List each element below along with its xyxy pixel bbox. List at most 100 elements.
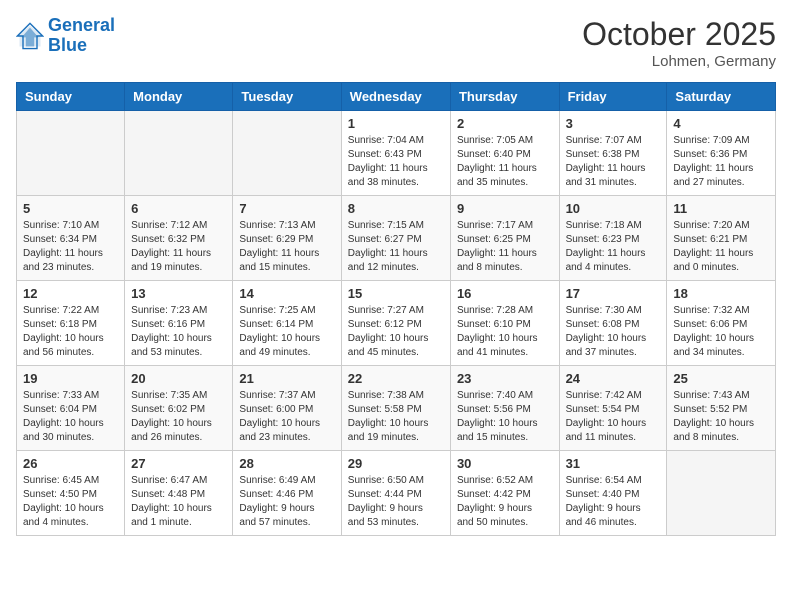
day-info: Sunrise: 7:18 AM Sunset: 6:23 PM Dayligh… bbox=[566, 219, 661, 275]
calendar-cell: 25 Sunrise: 7:43 AM Sunset: 5:52 PM Dayli… bbox=[667, 366, 776, 451]
calendar-table: SundayMondayTuesdayWednesdayThursdayFrid… bbox=[16, 82, 776, 536]
day-info: Sunrise: 6:47 AM Sunset: 4:48 PM Dayligh… bbox=[131, 474, 226, 530]
day-number: 2 bbox=[457, 116, 553, 131]
day-number: 18 bbox=[673, 286, 769, 301]
calendar-cell: 31 Sunrise: 6:54 AM Sunset: 4:40 PM Dayli… bbox=[559, 451, 667, 536]
day-info: Sunrise: 7:20 AM Sunset: 6:21 PM Dayligh… bbox=[673, 219, 769, 275]
day-info: Sunrise: 6:54 AM Sunset: 4:40 PM Dayligh… bbox=[566, 474, 661, 530]
day-number: 4 bbox=[673, 116, 769, 131]
day-info: Sunrise: 7:04 AM Sunset: 6:43 PM Dayligh… bbox=[348, 134, 444, 190]
calendar-cell: 30 Sunrise: 6:52 AM Sunset: 4:42 PM Dayli… bbox=[450, 451, 559, 536]
day-number: 27 bbox=[131, 456, 226, 471]
day-number: 26 bbox=[23, 456, 118, 471]
calendar-cell: 19 Sunrise: 7:33 AM Sunset: 6:04 PM Dayli… bbox=[17, 366, 125, 451]
day-info: Sunrise: 6:52 AM Sunset: 4:42 PM Dayligh… bbox=[457, 474, 553, 530]
day-number: 10 bbox=[566, 201, 661, 216]
day-info: Sunrise: 7:32 AM Sunset: 6:06 PM Dayligh… bbox=[673, 304, 769, 360]
day-number: 6 bbox=[131, 201, 226, 216]
day-info: Sunrise: 7:12 AM Sunset: 6:32 PM Dayligh… bbox=[131, 219, 226, 275]
day-number: 20 bbox=[131, 371, 226, 386]
day-number: 30 bbox=[457, 456, 553, 471]
day-number: 22 bbox=[348, 371, 444, 386]
month-title: October 2025 bbox=[582, 16, 776, 53]
day-info: Sunrise: 7:40 AM Sunset: 5:56 PM Dayligh… bbox=[457, 389, 553, 445]
weekday-header-friday: Friday bbox=[559, 83, 667, 111]
weekday-header-saturday: Saturday bbox=[667, 83, 776, 111]
day-number: 28 bbox=[239, 456, 334, 471]
calendar-cell: 21Sunrise: 7:37 AM Sunset: 6:00 PM Dayli… bbox=[233, 366, 341, 451]
calendar-cell: 2 Sunrise: 7:05 AM Sunset: 6:40 PM Daylig… bbox=[450, 111, 559, 196]
week-row-1: 1 Sunrise: 7:04 AM Sunset: 6:43 PM Daylig… bbox=[17, 111, 776, 196]
calendar-cell: 13Sunrise: 7:23 AM Sunset: 6:16 PM Dayli… bbox=[125, 281, 233, 366]
day-info: Sunrise: 7:28 AM Sunset: 6:10 PM Dayligh… bbox=[457, 304, 553, 360]
calendar-cell: 18 Sunrise: 7:32 AM Sunset: 6:06 PM Dayli… bbox=[667, 281, 776, 366]
calendar-cell bbox=[667, 451, 776, 536]
day-number: 12 bbox=[23, 286, 118, 301]
calendar-cell: 28 Sunrise: 6:49 AM Sunset: 4:46 PM Dayli… bbox=[233, 451, 341, 536]
weekday-header-monday: Monday bbox=[125, 83, 233, 111]
day-number: 31 bbox=[566, 456, 661, 471]
calendar-cell: 5Sunrise: 7:10 AM Sunset: 6:34 PM Daylig… bbox=[17, 196, 125, 281]
day-info: Sunrise: 7:05 AM Sunset: 6:40 PM Dayligh… bbox=[457, 134, 553, 190]
day-number: 21 bbox=[239, 371, 334, 386]
day-number: 3 bbox=[566, 116, 661, 131]
day-number: 1 bbox=[348, 116, 444, 131]
weekday-header-wednesday: Wednesday bbox=[341, 83, 450, 111]
page-header: General Blue October 2025 Lohmen, German… bbox=[16, 16, 776, 70]
calendar-cell: 11Sunrise: 7:20 AM Sunset: 6:21 PM Dayli… bbox=[667, 196, 776, 281]
weekday-header-tuesday: Tuesday bbox=[233, 83, 341, 111]
day-info: Sunrise: 7:23 AM Sunset: 6:16 PM Dayligh… bbox=[131, 304, 226, 360]
day-number: 8 bbox=[348, 201, 444, 216]
title-block: October 2025 Lohmen, Germany bbox=[582, 16, 776, 70]
day-number: 15 bbox=[348, 286, 444, 301]
calendar-cell: 15 Sunrise: 7:27 AM Sunset: 6:12 PM Dayli… bbox=[341, 281, 450, 366]
day-number: 14 bbox=[239, 286, 334, 301]
day-info: Sunrise: 7:35 AM Sunset: 6:02 PM Dayligh… bbox=[131, 389, 226, 445]
day-info: Sunrise: 7:09 AM Sunset: 6:36 PM Dayligh… bbox=[673, 134, 769, 190]
day-number: 29 bbox=[348, 456, 444, 471]
calendar-cell: 8 Sunrise: 7:15 AM Sunset: 6:27 PM Daylig… bbox=[341, 196, 450, 281]
day-info: Sunrise: 7:30 AM Sunset: 6:08 PM Dayligh… bbox=[566, 304, 661, 360]
day-number: 7 bbox=[239, 201, 334, 216]
calendar-cell: 17Sunrise: 7:30 AM Sunset: 6:08 PM Dayli… bbox=[559, 281, 667, 366]
day-info: Sunrise: 7:38 AM Sunset: 5:58 PM Dayligh… bbox=[348, 389, 444, 445]
day-info: Sunrise: 7:17 AM Sunset: 6:25 PM Dayligh… bbox=[457, 219, 553, 275]
calendar-cell: 23Sunrise: 7:40 AM Sunset: 5:56 PM Dayli… bbox=[450, 366, 559, 451]
day-info: Sunrise: 7:25 AM Sunset: 6:14 PM Dayligh… bbox=[239, 304, 334, 360]
calendar-cell: 16 Sunrise: 7:28 AM Sunset: 6:10 PM Dayli… bbox=[450, 281, 559, 366]
day-info: Sunrise: 7:22 AM Sunset: 6:18 PM Dayligh… bbox=[23, 304, 118, 360]
day-number: 16 bbox=[457, 286, 553, 301]
day-info: Sunrise: 6:50 AM Sunset: 4:44 PM Dayligh… bbox=[348, 474, 444, 530]
day-info: Sunrise: 7:07 AM Sunset: 6:38 PM Dayligh… bbox=[566, 134, 661, 190]
day-number: 9 bbox=[457, 201, 553, 216]
calendar-cell: 7 Sunrise: 7:13 AM Sunset: 6:29 PM Daylig… bbox=[233, 196, 341, 281]
logo: General Blue bbox=[16, 16, 115, 56]
day-number: 25 bbox=[673, 371, 769, 386]
day-info: Sunrise: 7:43 AM Sunset: 5:52 PM Dayligh… bbox=[673, 389, 769, 445]
calendar-cell: 20 Sunrise: 7:35 AM Sunset: 6:02 PM Dayli… bbox=[125, 366, 233, 451]
calendar-cell: 12 Sunrise: 7:22 AM Sunset: 6:18 PM Dayli… bbox=[17, 281, 125, 366]
day-number: 19 bbox=[23, 371, 118, 386]
logo-icon bbox=[16, 22, 44, 50]
week-row-3: 12 Sunrise: 7:22 AM Sunset: 6:18 PM Dayli… bbox=[17, 281, 776, 366]
weekday-header-row: SundayMondayTuesdayWednesdayThursdayFrid… bbox=[17, 83, 776, 111]
calendar-cell: 1 Sunrise: 7:04 AM Sunset: 6:43 PM Daylig… bbox=[341, 111, 450, 196]
day-info: Sunrise: 6:49 AM Sunset: 4:46 PM Dayligh… bbox=[239, 474, 334, 530]
calendar-cell: 24Sunrise: 7:42 AM Sunset: 5:54 PM Dayli… bbox=[559, 366, 667, 451]
calendar-cell bbox=[125, 111, 233, 196]
calendar-cell: 29 Sunrise: 6:50 AM Sunset: 4:44 PM Dayli… bbox=[341, 451, 450, 536]
calendar-cell: 3 Sunrise: 7:07 AM Sunset: 6:38 PM Daylig… bbox=[559, 111, 667, 196]
weekday-header-thursday: Thursday bbox=[450, 83, 559, 111]
day-info: Sunrise: 6:45 AM Sunset: 4:50 PM Dayligh… bbox=[23, 474, 118, 530]
calendar-cell: 9 Sunrise: 7:17 AM Sunset: 6:25 PM Daylig… bbox=[450, 196, 559, 281]
calendar-cell: 6 Sunrise: 7:12 AM Sunset: 6:32 PM Daylig… bbox=[125, 196, 233, 281]
day-info: Sunrise: 7:13 AM Sunset: 6:29 PM Dayligh… bbox=[239, 219, 334, 275]
day-info: Sunrise: 7:33 AM Sunset: 6:04 PM Dayligh… bbox=[23, 389, 118, 445]
day-info: Sunrise: 7:27 AM Sunset: 6:12 PM Dayligh… bbox=[348, 304, 444, 360]
calendar-cell: 14 Sunrise: 7:25 AM Sunset: 6:14 PM Dayli… bbox=[233, 281, 341, 366]
day-info: Sunrise: 7:15 AM Sunset: 6:27 PM Dayligh… bbox=[348, 219, 444, 275]
calendar-cell: 27 Sunrise: 6:47 AM Sunset: 4:48 PM Dayli… bbox=[125, 451, 233, 536]
calendar-cell: 22 Sunrise: 7:38 AM Sunset: 5:58 PM Dayli… bbox=[341, 366, 450, 451]
weekday-header-sunday: Sunday bbox=[17, 83, 125, 111]
week-row-5: 26 Sunrise: 6:45 AM Sunset: 4:50 PM Dayli… bbox=[17, 451, 776, 536]
